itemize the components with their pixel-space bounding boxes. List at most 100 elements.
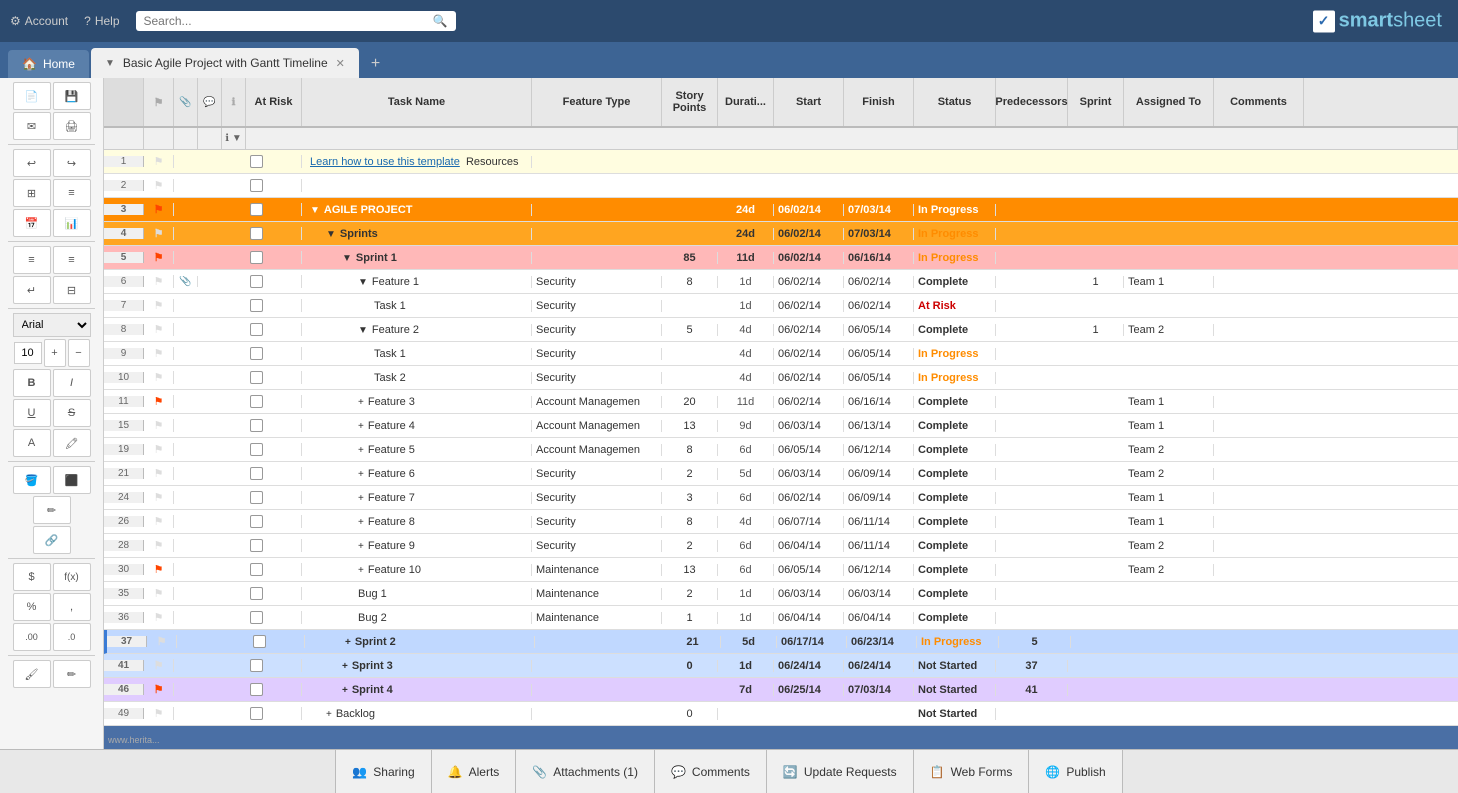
at-risk-checkbox[interactable] [250, 563, 263, 576]
toolbar-align-right-btn[interactable]: ≡ [53, 246, 91, 274]
table-row[interactable]: 10 ⚑ Task 2 Security 4d 06/02/14 06/05/1… [104, 366, 1458, 390]
at-risk-checkbox[interactable] [250, 467, 263, 480]
cell-task-name[interactable]: +Feature 10 [302, 564, 532, 576]
cell-task-name[interactable]: Bug 1 [302, 588, 532, 600]
tab-sheet[interactable]: ▼ Basic Agile Project with Gantt Timelin… [91, 48, 359, 78]
grid-body[interactable]: 1 ⚑ Learn how to use this template Resou… [104, 150, 1458, 749]
toolbar-print-btn[interactable]: 🖨 [53, 112, 91, 140]
update-requests-tab[interactable]: 🔄 Update Requests [767, 750, 914, 793]
expand-icon[interactable]: ▼ [310, 205, 320, 216]
expand-icon[interactable]: + [358, 565, 364, 576]
tab-home[interactable]: 🏠 Home [8, 50, 89, 78]
expand-icon[interactable]: + [358, 469, 364, 480]
table-row[interactable]: 9 ⚑ Task 1 Security 4d 06/02/14 06/05/14… [104, 342, 1458, 366]
decimal-add-btn[interactable]: .00 [13, 623, 51, 651]
pencil-btn[interactable]: ✏ [33, 496, 71, 524]
table-row[interactable]: 3 ⚑ ▼AGILE PROJECT 24d 06/02/14 07/03/14… [104, 198, 1458, 222]
table-row[interactable]: 24 ⚑ +Feature 7 Security 3 6d 06/02/14 0… [104, 486, 1458, 510]
expand-icon[interactable]: + [358, 517, 364, 528]
table-row[interactable]: 4 ⚑ ▼Sprints 24d 06/02/14 07/03/14 In Pr… [104, 222, 1458, 246]
font-size-input[interactable] [14, 342, 42, 364]
cell-task-name[interactable]: ▼Feature 1 [302, 276, 532, 288]
table-row[interactable]: 46 ⚑ +Sprint 4 7d 06/25/14 07/03/14 Not … [104, 678, 1458, 702]
table-row[interactable]: 15 ⚑ +Feature 4 Account Managemen 13 9d … [104, 414, 1458, 438]
cell-task-name[interactable]: Task 1 [302, 300, 532, 312]
cell-task-name[interactable]: +Sprint 2 [305, 636, 535, 648]
publish-tab[interactable]: 🌐 Publish [1029, 750, 1122, 793]
at-risk-checkbox[interactable] [253, 635, 266, 648]
bold-btn[interactable]: B [13, 369, 51, 397]
table-row[interactable]: 8 ⚑ ▼Feature 2 Security 5 4d 06/02/14 06… [104, 318, 1458, 342]
cell-task-name[interactable]: +Feature 8 [302, 516, 532, 528]
at-risk-checkbox[interactable] [250, 203, 263, 216]
at-risk-checkbox[interactable] [250, 155, 263, 168]
table-row[interactable]: 2 ⚑ [104, 174, 1458, 198]
cell-task-name[interactable]: +Sprint 3 [302, 660, 532, 672]
table-row[interactable]: 7 ⚑ Task 1 Security 1d 06/02/14 06/02/14… [104, 294, 1458, 318]
tab-close-icon[interactable]: ✕ [336, 57, 345, 70]
expand-icon[interactable]: + [326, 709, 332, 720]
search-input[interactable] [144, 14, 427, 28]
table-row[interactable]: 36 ⚑ Bug 2 Maintenance 1 1d 06/04/14 06/… [104, 606, 1458, 630]
toolbar-new-btn[interactable]: 📄 [13, 82, 51, 110]
table-row[interactable]: 26 ⚑ +Feature 8 Security 8 4d 06/07/14 0… [104, 510, 1458, 534]
toolbar-wrap-btn[interactable]: ↵ [13, 276, 51, 304]
text-color-btn[interactable]: A [13, 429, 51, 457]
toolbar-undo-btn[interactable]: ↩ [13, 149, 51, 177]
font-size-increase[interactable]: + [44, 339, 66, 367]
cell-task-name[interactable]: +Feature 3 [302, 396, 532, 408]
cell-task-name[interactable]: +Feature 7 [302, 492, 532, 504]
expand-icon[interactable]: ▼ [342, 253, 352, 264]
at-risk-checkbox[interactable] [250, 611, 263, 624]
at-risk-checkbox[interactable] [250, 179, 263, 192]
cell-task-name[interactable]: Task 2 [302, 372, 532, 384]
at-risk-checkbox[interactable] [250, 347, 263, 360]
table-row[interactable]: 11 ⚑ +Feature 3 Account Managemen 20 11d… [104, 390, 1458, 414]
italic-btn[interactable]: I [53, 369, 91, 397]
highlight-btn[interactable]: 🖍 [53, 429, 91, 457]
table-row[interactable]: 1 ⚑ Learn how to use this template Resou… [104, 150, 1458, 174]
expand-icon[interactable]: + [358, 541, 364, 552]
strikethrough-btn[interactable]: S [53, 399, 91, 427]
table-row[interactable]: 6 ⚑ 📎 ▼Feature 1 Security 8 1d 06/02/14 … [104, 270, 1458, 294]
table-row[interactable]: 5 ⚑ ▼Sprint 1 85 11d 06/02/14 06/16/14 I… [104, 246, 1458, 270]
cell-task-name[interactable]: +Feature 6 [302, 468, 532, 480]
cell-task-name[interactable]: Task 1 [302, 348, 532, 360]
comments-tab[interactable]: 💬 Comments [655, 750, 767, 793]
search-box[interactable]: 🔍 [136, 11, 456, 31]
at-risk-checkbox[interactable] [250, 659, 263, 672]
link-btn[interactable]: 🔗 [33, 526, 71, 554]
account-menu[interactable]: ⚙ Account [10, 14, 68, 28]
expand-icon[interactable]: + [342, 661, 348, 672]
expand-icon[interactable]: ▼ [326, 229, 336, 240]
cell-task-name[interactable]: +Backlog [302, 708, 532, 720]
expand-icon[interactable]: + [342, 685, 348, 696]
percent-btn[interactable]: % [13, 593, 51, 621]
expand-icon[interactable]: + [358, 493, 364, 504]
at-risk-checkbox[interactable] [250, 299, 263, 312]
cell-task-name[interactable]: +Sprint 4 [302, 684, 532, 696]
underline-btn[interactable]: U [13, 399, 51, 427]
toolbar-email-btn[interactable]: ✉ [13, 112, 51, 140]
toolbar-align-left-btn[interactable]: ≡ [13, 246, 51, 274]
at-risk-checkbox[interactable] [250, 275, 263, 288]
expand-icon[interactable]: + [358, 445, 364, 456]
cell-task-name[interactable]: Bug 2 [302, 612, 532, 624]
sharing-tab[interactable]: 👥 Sharing [335, 750, 431, 793]
at-risk-checkbox[interactable] [250, 371, 263, 384]
at-risk-checkbox[interactable] [250, 443, 263, 456]
expand-icon[interactable]: ▼ [358, 277, 368, 288]
at-risk-checkbox[interactable] [250, 707, 263, 720]
at-risk-checkbox[interactable] [250, 587, 263, 600]
at-risk-checkbox[interactable] [250, 491, 263, 504]
toolbar-format-btn[interactable]: ⊟ [53, 276, 91, 304]
toolbar-save-btn[interactable]: 💾 [53, 82, 91, 110]
cell-task-name[interactable]: +Feature 9 [302, 540, 532, 552]
cell-task-name[interactable]: Learn how to use this template Resources [302, 156, 532, 168]
at-risk-checkbox[interactable] [250, 227, 263, 240]
color-squares-btn[interactable]: ⬛ [53, 466, 91, 494]
expand-icon[interactable]: ▼ [358, 325, 368, 336]
expand-icon[interactable]: + [358, 397, 364, 408]
web-forms-tab[interactable]: 📋 Web Forms [914, 750, 1030, 793]
paint-bucket-btn[interactable]: 🪣 [13, 466, 51, 494]
